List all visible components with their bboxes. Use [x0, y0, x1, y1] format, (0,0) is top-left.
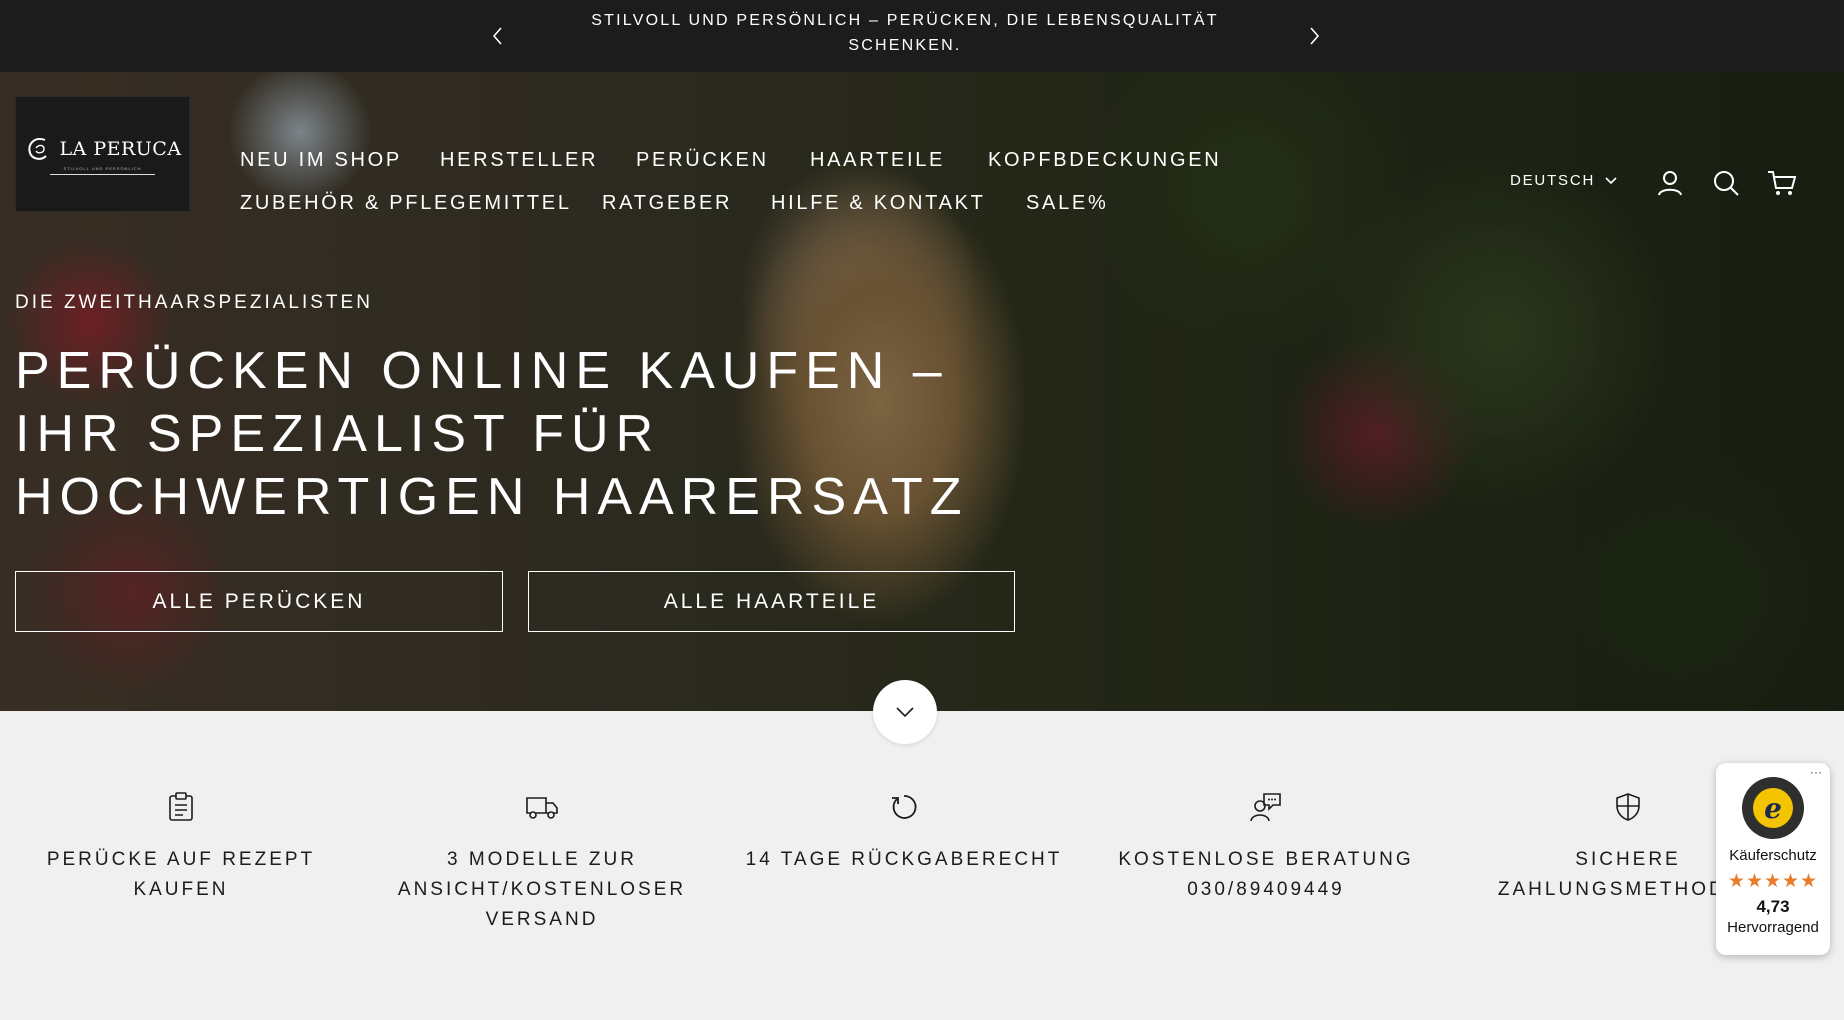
- rating-label: Hervorragend: [1727, 919, 1819, 936]
- nav-item-ratgeber[interactable]: RATGEBER: [602, 192, 732, 215]
- nav-item-sale[interactable]: SALE%: [1026, 192, 1108, 215]
- scroll-down-button[interactable]: [873, 680, 937, 744]
- hero-banner: LA PERUCA STILVOLL UND PERSÖNLICH NEU IM…: [0, 72, 1844, 711]
- chevron-left-icon: [492, 27, 502, 45]
- chevron-down-icon: [1605, 176, 1617, 184]
- rating-score: 4,73: [1756, 897, 1790, 916]
- language-label: DEUTSCH: [1510, 172, 1596, 189]
- nav-item-neu-im-shop[interactable]: NEU IM SHOP: [240, 149, 402, 172]
- feature-shipping: 3 MODELLE ZUR ANSICHT/KOSTENLOSER VERSAN…: [377, 789, 707, 935]
- return-arrow-icon: [739, 789, 1069, 825]
- all-hairpieces-button[interactable]: ALLE HAARTEILE: [528, 571, 1015, 632]
- feature-consultation: KOSTENLOSE BERATUNG 030/89409449: [1101, 789, 1431, 905]
- logo-divider: [50, 173, 155, 175]
- rating-stars: ★★★★★: [1727, 871, 1819, 892]
- feature-text: PERÜCKE AUF REZEPT KAUFEN: [46, 849, 316, 900]
- badge-title: Käuferschutz: [1729, 847, 1817, 864]
- chevron-right-icon: [1310, 27, 1320, 45]
- feature-text: KOSTENLOSE BERATUNG 030/89409449: [1118, 849, 1414, 900]
- feature-prescription: PERÜCKE AUF REZEPT KAUFEN: [16, 789, 346, 905]
- language-selector[interactable]: DEUTSCH: [1510, 172, 1617, 189]
- feature-text: 14 TAGE RÜCKGABERECHT: [745, 849, 1063, 870]
- trusted-shops-seal-icon: e: [1742, 777, 1804, 839]
- feature-returns: 14 TAGE RÜCKGABERECHT: [739, 789, 1069, 875]
- chevron-down-icon: [896, 707, 914, 718]
- all-wigs-button[interactable]: ALLE PERÜCKEN: [15, 571, 503, 632]
- account-icon[interactable]: [1655, 168, 1685, 198]
- trusted-shops-badge[interactable]: ··· e Käuferschutz ★★★★★ 4,73 Hervorrage…: [1716, 763, 1830, 955]
- search-icon[interactable]: [1711, 168, 1741, 198]
- announcement-text: STILVOLL UND PERSÖNLICH – PERÜCKEN, DIE …: [591, 12, 1219, 54]
- site-logo[interactable]: LA PERUCA STILVOLL UND PERSÖNLICH: [15, 96, 190, 212]
- feature-text: 3 MODELLE ZUR ANSICHT/KOSTENLOSER VERSAN…: [397, 849, 687, 930]
- logo-tagline: STILVOLL UND PERSÖNLICH: [63, 165, 142, 171]
- clipboard-icon: [16, 789, 346, 825]
- logo-name: LA PERUCA: [59, 137, 182, 160]
- announcement-next-button[interactable]: [1297, 19, 1331, 53]
- delivery-truck-icon: [377, 789, 707, 825]
- consultation-icon: [1101, 789, 1431, 825]
- announcement-prev-button[interactable]: [481, 19, 515, 53]
- badge-menu-icon[interactable]: ···: [1810, 765, 1822, 779]
- nav-item-kopfbedeckungen[interactable]: KOPFBDECKUNGEN: [988, 149, 1221, 172]
- nav-item-hilfe-kontakt[interactable]: HILFE & KONTAKT: [771, 192, 986, 215]
- hero-headline: PERÜCKEN ONLINE KAUFEN – IHR SPEZIALIST …: [15, 342, 969, 526]
- hero-eyebrow: DIE ZWEITHAARSPEZIALISTEN: [15, 292, 373, 313]
- cart-icon[interactable]: [1767, 168, 1797, 198]
- announcement-bar: STILVOLL UND PERSÖNLICH – PERÜCKEN, DIE …: [0, 0, 1844, 72]
- nav-item-peruecken[interactable]: PERÜCKEN: [636, 149, 769, 172]
- logo-emblem-icon: [28, 137, 48, 160]
- nav-item-hersteller[interactable]: HERSTELLER: [440, 149, 598, 172]
- nav-item-haarteile[interactable]: HAARTEILE: [810, 149, 945, 172]
- nav-item-zubehoer[interactable]: ZUBEHÖR & PFLEGEMITTEL: [240, 192, 572, 215]
